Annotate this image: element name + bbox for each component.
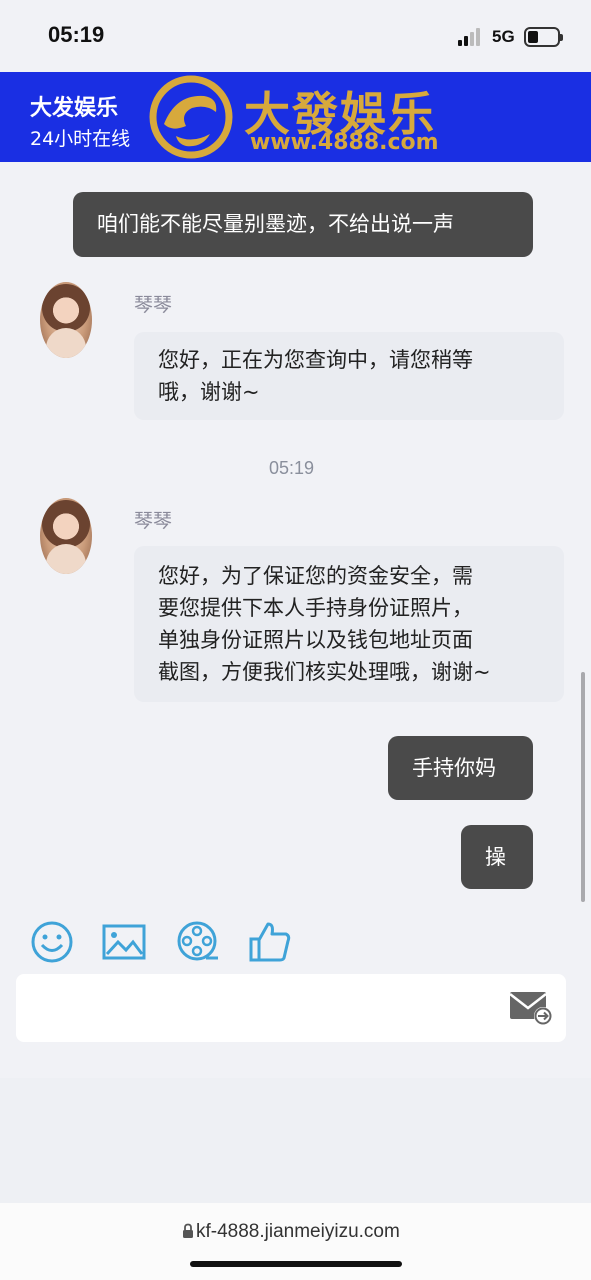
url-text[interactable]: kf-4888.jianmeiyizu.com [196, 1221, 400, 1243]
message-bubble-self: 手持你妈 [388, 736, 533, 800]
message-line: 您好，正在为您查询中，请您稍等 [158, 348, 473, 372]
header-subtitle: 24小时在线 [30, 128, 131, 150]
page-footer [0, 1078, 591, 1203]
message-text: 操 [485, 845, 506, 869]
message-line: 要您提供下本人手持身份证照片， [158, 596, 473, 620]
home-indicator[interactable] [190, 1261, 402, 1267]
message-line: 截图，方便我们核实处理哦，谢谢~ [158, 660, 491, 684]
signal-icon [458, 28, 484, 46]
message-input[interactable] [16, 974, 566, 1042]
chat-messages: 咱们能不能尽量别墨迹，不给出说一声 琴琴 您好，正在为您查询中，请您稍等 哦，谢… [0, 162, 591, 922]
message-bubble-self: 咱们能不能尽量别墨迹，不给出说一声 [73, 192, 533, 257]
message-line: 您好，为了保证您的资金安全，需 [158, 564, 473, 588]
message-line: 单独身份证照片以及钱包地址页面 [158, 628, 473, 652]
agent-name: 琴琴 [134, 294, 173, 316]
message-line: 哦，谢谢~ [158, 380, 260, 404]
message-bubble-agent: 您好，为了保证您的资金安全，需 要您提供下本人手持身份证照片， 单独身份证照片以… [134, 546, 564, 702]
network-label: 5G [492, 27, 515, 46]
agent-name: 琴琴 [134, 510, 173, 532]
status-bar: 05:19 5G [0, 0, 591, 72]
thumbs-up-icon[interactable] [248, 920, 292, 964]
image-icon[interactable] [102, 920, 146, 964]
agent-avatar[interactable] [40, 498, 92, 574]
lock-icon [183, 1223, 193, 1238]
video-icon[interactable] [176, 920, 220, 964]
battery-icon [524, 27, 563, 47]
send-mail-icon[interactable] [510, 990, 554, 1026]
brand-url: www.4888.com [250, 130, 439, 155]
emoji-icon[interactable] [30, 920, 74, 964]
message-bubble-agent: 您好，正在为您查询中，请您稍等 哦，谢谢~ [134, 332, 564, 420]
header-title: 大发娱乐 [30, 96, 119, 121]
status-time: 05:19 [48, 22, 105, 47]
dragon-logo-icon [149, 75, 233, 159]
message-text: 手持你妈 [412, 756, 496, 780]
message-text: 咱们能不能尽量别墨迹，不给出说一声 [97, 212, 454, 236]
browser-url-bar[interactable]: kf-4888.jianmeiyizu.com [0, 1203, 591, 1280]
message-bubble-self: 操 [461, 825, 533, 889]
agent-avatar[interactable] [40, 282, 92, 358]
chat-header: 大发娱乐 24小时在线 大發娛乐 www.4888.com [0, 72, 591, 162]
chat-scrollbar[interactable] [581, 672, 585, 902]
message-timestamp: 05:19 [269, 458, 315, 478]
